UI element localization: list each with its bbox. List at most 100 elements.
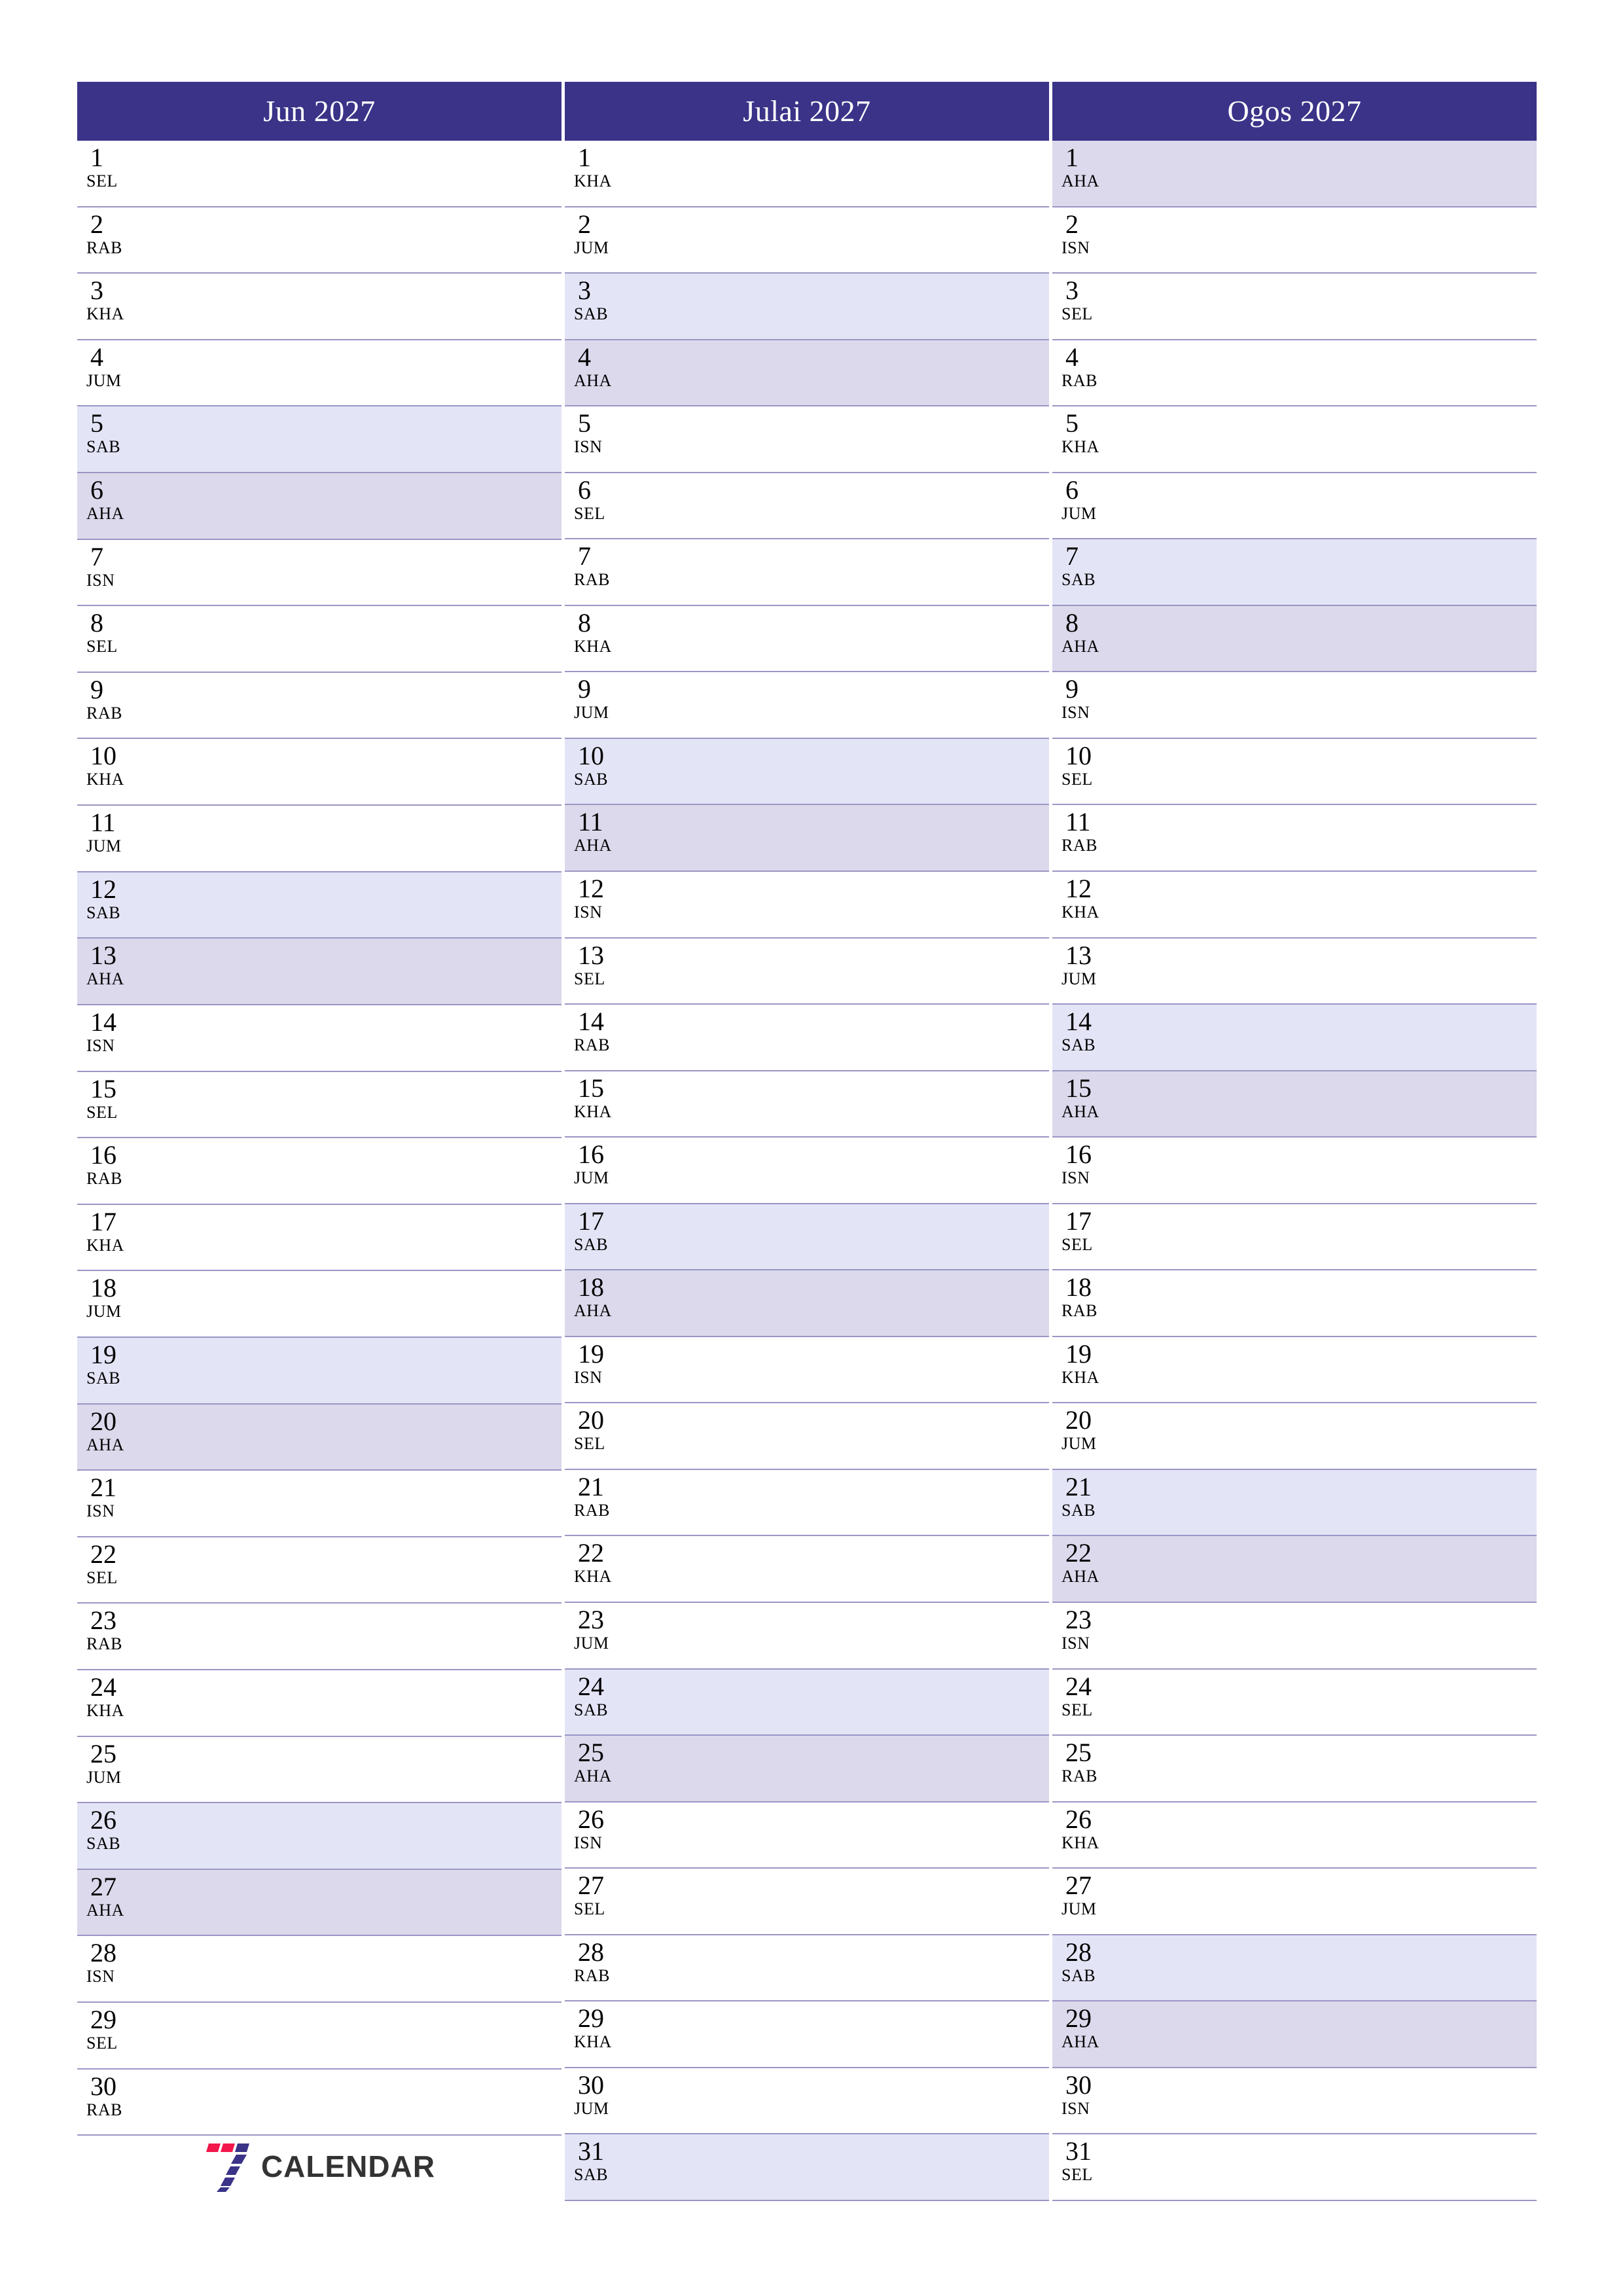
day-row[interactable]: 21 RAB [565,1469,1049,1537]
day-row[interactable]: 16 RAB [77,1138,562,1205]
day-number: 30 [578,2070,604,2100]
day-row[interactable]: 1 SEL [77,141,562,207]
day-row[interactable]: 2 JUM [565,207,1049,274]
day-row[interactable]: 10 KHA [77,739,562,806]
day-abbreviation: SAB [86,437,121,457]
day-row[interactable]: 8 SEL [77,606,562,673]
day-row[interactable]: 29 KHA [565,2001,1049,2068]
day-row[interactable]: 19 SAB [77,1337,562,1405]
day-row[interactable]: 22 KHA [565,1536,1049,1604]
day-row[interactable]: 13 SEL [565,938,1049,1005]
day-row[interactable]: 3 KHA [77,274,562,340]
day-row[interactable]: 31 SAB [565,2134,1049,2201]
day-row[interactable]: 26 ISN [565,1802,1049,1869]
day-row[interactable]: 11 JUM [77,806,562,872]
day-row[interactable]: 6 SEL [565,473,1049,540]
day-row[interactable]: 8 AHA [1052,605,1537,673]
day-row[interactable]: 9 ISN [1052,672,1537,739]
day-row[interactable]: 23 ISN [1052,1603,1537,1670]
day-row[interactable]: 8 KHA [565,605,1049,673]
day-row[interactable]: 25 RAB [1052,1736,1537,1803]
day-row[interactable]: 13 JUM [1052,938,1537,1005]
day-row[interactable]: 20 SEL [565,1403,1049,1470]
day-row[interactable]: 12 KHA [1052,872,1537,939]
day-row[interactable]: 18 JUM [77,1271,562,1338]
day-row[interactable]: 24 KHA [77,1670,562,1737]
day-row[interactable]: 9 JUM [565,672,1049,739]
day-row[interactable]: 30 ISN [1052,2068,1537,2135]
day-row[interactable]: 30 RAB [77,2069,562,2136]
day-abbreviation: AHA [574,836,612,855]
day-row[interactable]: 1 AHA [1052,141,1537,207]
day-row[interactable]: 11 RAB [1052,805,1537,872]
day-row[interactable]: 26 SAB [77,1803,562,1870]
day-row[interactable]: 16 JUM [565,1138,1049,1204]
day-row[interactable]: 11 AHA [565,805,1049,872]
day-row[interactable]: 21 SAB [1052,1469,1537,1537]
day-row[interactable]: 2 ISN [1052,207,1537,274]
day-row[interactable]: 15 SEL [77,1071,562,1139]
day-row[interactable]: 4 AHA [565,340,1049,407]
day-row[interactable]: 10 SEL [1052,738,1537,806]
day-row[interactable]: 27 JUM [1052,1869,1537,1935]
day-row[interactable]: 28 ISN [77,1936,562,2003]
day-row[interactable]: 26 KHA [1052,1802,1537,1869]
day-row[interactable]: 2 RAB [77,207,562,274]
day-row[interactable]: 4 RAB [1052,340,1537,407]
day-row[interactable]: 22 AHA [1052,1536,1537,1604]
day-row[interactable]: 28 SAB [1052,1935,1537,2002]
day-row[interactable]: 17 SAB [565,1204,1049,1271]
day-row[interactable]: 6 AHA [77,473,562,540]
day-row[interactable]: 15 KHA [565,1071,1049,1138]
day-row[interactable]: 29 AHA [1052,2001,1537,2068]
day-row[interactable]: 19 ISN [565,1336,1049,1404]
day-number: 28 [1065,1937,1092,1967]
day-row[interactable]: 14 SAB [1052,1005,1537,1071]
day-row[interactable]: 19 KHA [1052,1336,1537,1404]
day-row[interactable]: 7 RAB [565,539,1049,606]
day-number: 29 [578,2003,604,2034]
day-row[interactable]: 24 SAB [565,1669,1049,1736]
day-row[interactable]: 7 ISN [77,539,562,607]
day-row[interactable]: 18 AHA [565,1270,1049,1337]
day-row[interactable]: 22 SEL [77,1537,562,1604]
day-row[interactable]: 5 ISN [565,406,1049,473]
day-row[interactable]: 15 AHA [1052,1071,1537,1138]
day-row[interactable]: 10 SAB [565,738,1049,806]
day-row[interactable]: 27 AHA [77,1869,562,1937]
day-row[interactable]: 13 AHA [77,939,562,1005]
day-row[interactable]: 3 SEL [1052,274,1537,340]
day-row[interactable]: 7 SAB [1052,539,1537,606]
day-row[interactable]: 25 AHA [565,1736,1049,1803]
day-row[interactable]: 20 JUM [1052,1403,1537,1470]
day-row[interactable]: 29 SEL [77,2003,562,2070]
day-row[interactable]: 17 KHA [77,1204,562,1272]
day-row[interactable]: 18 RAB [1052,1270,1537,1337]
day-row[interactable]: 12 SAB [77,872,562,939]
day-row[interactable]: 17 SEL [1052,1204,1537,1271]
day-row[interactable]: 31 SEL [1052,2134,1537,2201]
day-row[interactable]: 3 SAB [565,274,1049,340]
day-row[interactable]: 5 KHA [1052,406,1537,473]
day-row[interactable]: 25 JUM [77,1736,562,1804]
day-row[interactable]: 6 JUM [1052,473,1537,540]
day-row[interactable]: 21 ISN [77,1471,562,1537]
day-abbreviation: SEL [1061,769,1093,789]
day-row[interactable]: 23 RAB [77,1604,562,1671]
day-row[interactable]: 16 ISN [1052,1138,1537,1204]
day-row[interactable]: 28 RAB [565,1935,1049,2002]
day-number: 15 [1065,1073,1092,1103]
day-row[interactable]: 9 RAB [77,672,562,740]
day-row[interactable]: 12 ISN [565,872,1049,939]
day-row[interactable]: 14 RAB [565,1005,1049,1071]
day-row[interactable]: 30 JUM [565,2068,1049,2135]
day-row[interactable]: 14 ISN [77,1005,562,1072]
day-row[interactable]: 1 KHA [565,141,1049,207]
day-row[interactable]: 27 SEL [565,1869,1049,1935]
day-row[interactable]: 20 AHA [77,1404,562,1471]
day-number: 22 [578,1538,604,1568]
day-row[interactable]: 24 SEL [1052,1669,1537,1736]
day-row[interactable]: 5 SAB [77,406,562,474]
day-row[interactable]: 23 JUM [565,1603,1049,1670]
day-row[interactable]: 4 JUM [77,340,562,407]
